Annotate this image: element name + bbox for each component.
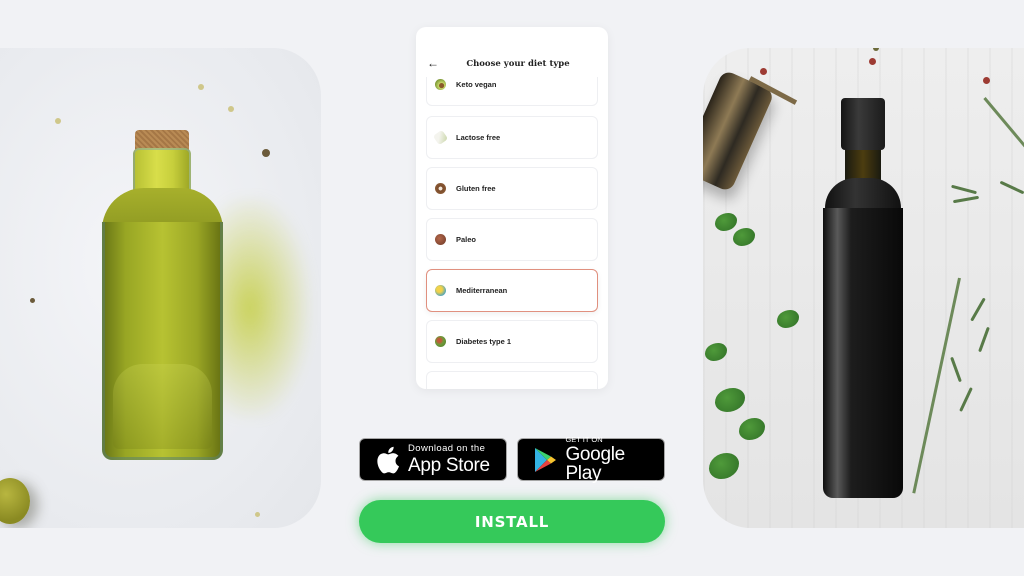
diet-option-mediterranean[interactable]: Mediterranean: [426, 269, 598, 312]
diet-option-diabetes-type-1[interactable]: Diabetes type 1: [426, 320, 598, 363]
google-play-title: Google Play: [565, 444, 625, 485]
peppercorn: [873, 48, 879, 51]
rosemary-needle: [959, 387, 973, 412]
bottle-neck: [133, 148, 191, 192]
google-play-caption: GET IT ON: [565, 434, 603, 444]
play-store-icon: [528, 443, 561, 477]
cilantro-leaf: [777, 310, 799, 328]
phone-header: ← Choose your diet type: [416, 51, 608, 77]
google-play-badge[interactable]: GET IT ON Google Play: [517, 436, 665, 484]
cilantro-leaf: [739, 418, 765, 440]
arrow-left-icon[interactable]: ←: [426, 56, 440, 70]
rosemary-sprig: [983, 97, 1024, 161]
peppercorn: [228, 106, 234, 112]
avocado-icon: [435, 79, 446, 90]
diet-option-label: Diabetes type 1: [456, 337, 512, 346]
olive-oil-photo-panel: [0, 48, 321, 528]
peppercorn: [198, 84, 204, 90]
dark-oil-bottle: [821, 98, 905, 498]
diet-option-lactose-free[interactable]: Lactose free: [426, 116, 598, 159]
diet-option-label: Keto vegan: [456, 80, 497, 89]
fish-icon: [435, 285, 446, 296]
peppercorn: [255, 512, 260, 517]
cilantro-leaf: [705, 343, 727, 361]
diet-option-partial[interactable]: [426, 371, 598, 389]
cilantro-leaf: [733, 228, 755, 246]
peppercorn: [869, 58, 876, 65]
salad-icon: [435, 336, 446, 347]
page-title: Choose your diet type: [466, 59, 570, 69]
peppercorn: [262, 149, 270, 157]
app-store-title: App Store: [408, 454, 490, 476]
phone-mockup: ← Choose your diet type Keto vegan Lacto…: [416, 27, 608, 389]
install-button[interactable]: INSTALL: [359, 500, 665, 543]
cilantro-leaf: [709, 453, 739, 479]
peppercorn: [55, 118, 61, 124]
dark-oil-photo-panel: [703, 48, 1024, 528]
apple-icon: [370, 443, 404, 477]
bottle-body: [823, 208, 903, 498]
app-store-badge[interactable]: Download on the App Store: [359, 438, 507, 481]
diet-option-label: Lactose free: [456, 133, 501, 142]
rosemary-needle: [952, 195, 980, 204]
diet-option-gluten-free[interactable]: Gluten free: [426, 167, 598, 210]
meat-icon: [435, 234, 446, 245]
cilantro-leaf: [715, 388, 745, 412]
bottle-neck: [845, 150, 881, 180]
app-store-badge-text: Download on the App Store: [408, 444, 490, 475]
donut-icon: [435, 183, 446, 194]
peppercorn: [983, 77, 990, 84]
diet-option-paleo[interactable]: Paleo: [426, 218, 598, 261]
milk-bottle-icon: [432, 129, 449, 146]
diet-option-keto-vegan[interactable]: Keto vegan: [426, 77, 598, 106]
peppercorn: [30, 298, 35, 303]
olive-fruit: [0, 478, 30, 524]
diet-option-label: Gluten free: [456, 184, 496, 193]
diet-option-label: Paleo: [456, 235, 477, 244]
app-store-caption: Download on the: [408, 443, 486, 455]
rosemary-needle: [950, 356, 962, 383]
google-play-badge-text: GET IT ON Google Play: [565, 436, 664, 484]
rosemary-needle: [999, 180, 1024, 195]
olive-oil-bottle: [100, 130, 225, 460]
rosemary-needle: [951, 184, 977, 195]
diet-type-list[interactable]: Keto vegan Lactose free Gluten free Pale…: [416, 77, 608, 389]
bottle-cap: [841, 98, 885, 150]
peppercorn: [760, 68, 767, 75]
diet-option-label: Mediterranean: [456, 286, 508, 295]
rosemary-needle: [978, 326, 990, 353]
rosemary-needle: [970, 297, 986, 322]
rosemary-sprig: [912, 277, 961, 494]
bottle-body: [102, 222, 223, 460]
cilantro-leaf: [715, 213, 737, 231]
